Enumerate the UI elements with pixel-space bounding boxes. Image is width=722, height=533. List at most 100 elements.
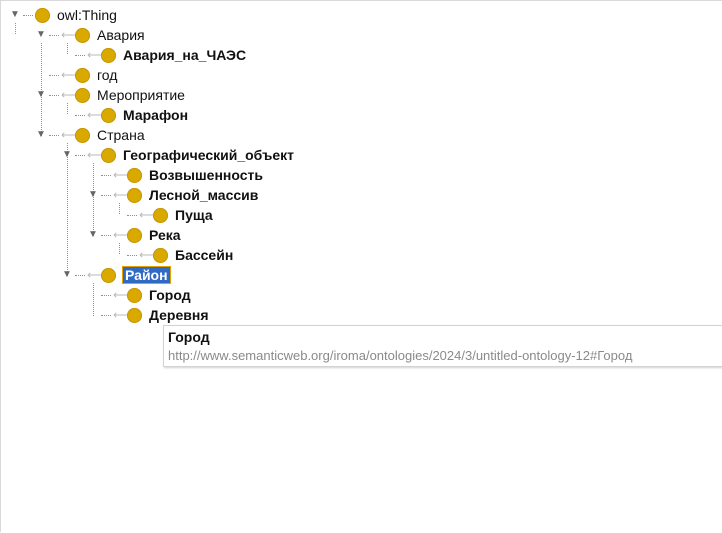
- tree-node-label-selected: Район: [122, 266, 171, 284]
- tree-node-label: Река: [149, 227, 181, 243]
- tree-node-strana[interactable]: ▼ ⟵ Страна: [35, 125, 146, 145]
- tree-connector: [101, 174, 111, 176]
- tree-node-label: Возвышенность: [149, 167, 263, 183]
- subclass-arrow-icon: ⟵: [113, 288, 131, 302]
- class-icon: [75, 67, 90, 83]
- subclass-arrow-icon: ⟵: [87, 148, 105, 162]
- class-icon: [127, 167, 142, 183]
- tree-node-basseyn[interactable]: ⟵ Бассейн: [113, 245, 234, 265]
- class-icon: [101, 107, 116, 123]
- class-tree: ▼ owl:Thing ▼ ⟵ Авария ⟵ Авария_на_ЧАЭС …: [1, 1, 722, 533]
- tooltip-title: Город: [168, 329, 210, 345]
- class-icon: [127, 287, 142, 303]
- tree-node-marafon[interactable]: ⟵ Марафон: [61, 105, 189, 125]
- subclass-arrow-icon: ⟵: [87, 48, 105, 62]
- subclass-arrow-icon: ⟵: [61, 88, 79, 102]
- tree-node-label: Пуща: [175, 207, 213, 223]
- tree-connector: [101, 234, 111, 236]
- expand-toggle-icon[interactable]: ▼: [35, 125, 47, 145]
- subclass-arrow-icon: ⟵: [139, 208, 157, 222]
- expand-toggle-icon[interactable]: ▼: [9, 5, 21, 25]
- subclass-arrow-icon: ⟵: [139, 248, 157, 262]
- tree-connector: [75, 114, 85, 116]
- subclass-arrow-icon: ⟵: [113, 308, 131, 322]
- tree-node-label: Географический_объект: [123, 147, 294, 163]
- tree-node-label: Деревня: [149, 307, 209, 323]
- class-icon: [35, 7, 50, 23]
- subclass-arrow-icon: ⟵: [87, 268, 105, 282]
- class-icon: [75, 27, 90, 43]
- class-icon: [101, 267, 116, 283]
- expand-toggle-icon[interactable]: ▼: [87, 225, 99, 245]
- tree-node-label: Авария: [97, 27, 145, 43]
- class-icon: [101, 147, 116, 163]
- class-icon: [153, 247, 168, 263]
- tree-connector: [49, 74, 59, 76]
- tree-connector: [127, 254, 137, 256]
- tree-connector: [101, 194, 111, 196]
- expand-toggle-icon[interactable]: ▼: [61, 265, 73, 285]
- tree-node-lesnoy-massiv[interactable]: ▼ ⟵ Лесной_массив: [87, 185, 259, 205]
- tree-node-label: Страна: [97, 127, 145, 143]
- tree-node-label: Авария_на_ЧАЭС: [123, 47, 247, 63]
- tree-node-gorod[interactable]: ⟵ Город: [87, 285, 192, 305]
- subclass-arrow-icon: ⟵: [113, 168, 131, 182]
- tree-node-label: Мероприятие: [97, 87, 185, 103]
- tree-node-derevnya[interactable]: ⟵ Деревня: [87, 305, 210, 325]
- tree-node-vozvyshennost[interactable]: ⟵ Возвышенность: [87, 165, 264, 185]
- tree-node-reka[interactable]: ▼ ⟵ Река: [87, 225, 182, 245]
- tree-node-avariya-na-chaes[interactable]: ⟵ Авария_на_ЧАЭС: [61, 45, 247, 65]
- tree-connector: [49, 134, 59, 136]
- tree-node-label: Бассейн: [175, 247, 234, 263]
- tree-connector: [49, 34, 59, 36]
- tree-node-label: Марафон: [123, 107, 189, 123]
- class-icon: [127, 187, 142, 203]
- subclass-arrow-icon: ⟵: [113, 228, 131, 242]
- tree-node-label: Лесной_массив: [149, 187, 259, 203]
- tree-node-meropriyatie[interactable]: ▼ ⟵ Мероприятие: [35, 85, 186, 105]
- class-icon: [75, 127, 90, 143]
- class-hierarchy-panel: ▼ owl:Thing ▼ ⟵ Авария ⟵ Авария_на_ЧАЭС …: [0, 0, 722, 532]
- expand-toggle-icon[interactable]: ▼: [35, 25, 47, 45]
- class-icon: [75, 87, 90, 103]
- class-icon: [127, 307, 142, 323]
- subclass-arrow-icon: ⟵: [113, 188, 131, 202]
- tree-node-owl-thing[interactable]: ▼ owl:Thing: [9, 5, 118, 25]
- subclass-arrow-icon: ⟵: [61, 28, 79, 42]
- class-tooltip: Город http://www.semanticweb.org/iroma/o…: [163, 325, 722, 367]
- tree-connector: [75, 54, 85, 56]
- class-icon: [127, 227, 142, 243]
- tree-connector: [127, 214, 137, 216]
- subclass-arrow-icon: ⟵: [61, 128, 79, 142]
- class-icon: [101, 47, 116, 63]
- expand-toggle-icon[interactable]: ▼: [87, 185, 99, 205]
- tree-node-rayon[interactable]: ▼ ⟵ Район: [61, 265, 171, 285]
- tree-connector: [101, 294, 111, 296]
- tree-connector: [75, 274, 85, 276]
- tree-node-pushcha[interactable]: ⟵ Пуща: [113, 205, 214, 225]
- tree-node-label: Город: [149, 287, 191, 303]
- expand-toggle-icon[interactable]: ▼: [61, 145, 73, 165]
- tree-node-avariya[interactable]: ▼ ⟵ Авария: [35, 25, 146, 45]
- subclass-arrow-icon: ⟵: [87, 108, 105, 122]
- tree-node-label: год: [97, 67, 118, 83]
- expand-toggle-icon[interactable]: ▼: [35, 85, 47, 105]
- tree-node-label: owl:Thing: [57, 7, 117, 23]
- tree-node-god[interactable]: ⟵ год: [35, 65, 118, 85]
- tree-connector: [49, 94, 59, 96]
- tree-connector: [75, 154, 85, 156]
- tree-connector: [23, 14, 33, 16]
- class-icon: [153, 207, 168, 223]
- tree-connector: [101, 314, 111, 316]
- subclass-arrow-icon: ⟵: [61, 68, 79, 82]
- tooltip-iri: http://www.semanticweb.org/iroma/ontolog…: [168, 348, 633, 363]
- tree-node-geograficheskiy-obekt[interactable]: ▼ ⟵ Географический_объект: [61, 145, 295, 165]
